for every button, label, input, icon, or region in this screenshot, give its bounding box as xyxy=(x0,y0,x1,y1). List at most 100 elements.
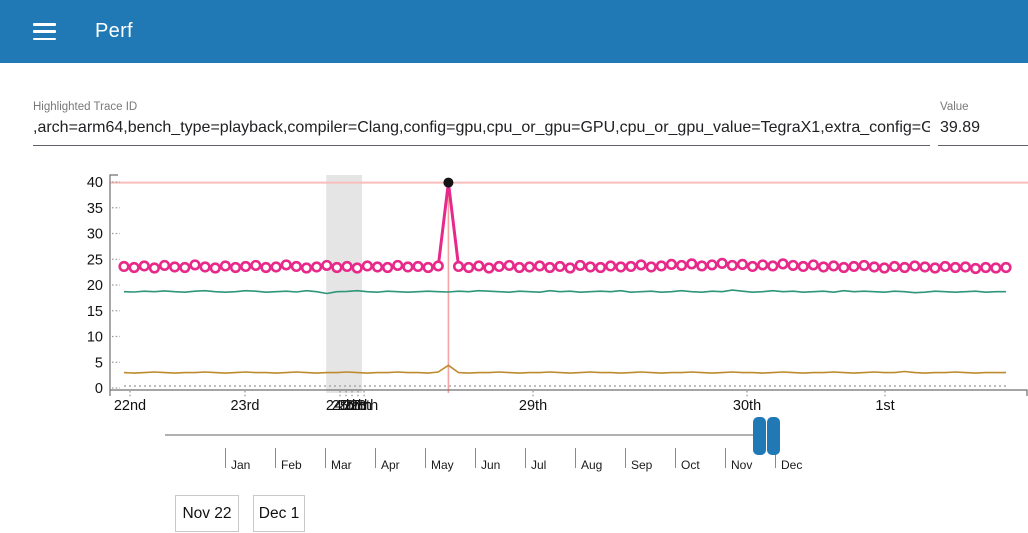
data-point[interactable] xyxy=(130,263,139,272)
data-point[interactable] xyxy=(809,261,818,270)
data-point[interactable] xyxy=(505,261,514,270)
data-point[interactable] xyxy=(596,263,605,272)
data-point[interactable] xyxy=(698,262,707,271)
data-point[interactable] xyxy=(150,264,159,273)
data-point[interactable] xyxy=(211,264,220,273)
data-point[interactable] xyxy=(454,262,463,271)
data-point[interactable] xyxy=(789,261,798,270)
data-point[interactable] xyxy=(890,262,899,271)
highlighted-point[interactable] xyxy=(443,178,453,188)
data-point[interactable] xyxy=(556,262,565,271)
data-point[interactable] xyxy=(221,262,230,271)
data-point[interactable] xyxy=(728,261,737,270)
data-point[interactable] xyxy=(322,261,331,270)
range-begin-input[interactable]: Nov 22 xyxy=(175,495,239,532)
menu-icon[interactable] xyxy=(33,23,56,40)
data-point[interactable] xyxy=(616,263,625,272)
data-point[interactable] xyxy=(302,264,311,273)
data-point[interactable] xyxy=(910,262,919,271)
data-point[interactable] xyxy=(566,264,575,273)
data-point[interactable] xyxy=(191,261,200,270)
data-point[interactable] xyxy=(373,263,382,272)
data-point[interactable] xyxy=(231,263,240,272)
data-point[interactable] xyxy=(758,261,767,270)
series-trace-orange[interactable] xyxy=(124,365,1006,373)
data-point[interactable] xyxy=(971,264,980,273)
data-point[interactable] xyxy=(353,264,362,273)
data-point[interactable] xyxy=(160,261,169,270)
data-point[interactable] xyxy=(637,261,646,270)
data-point[interactable] xyxy=(312,263,321,272)
data-point[interactable] xyxy=(738,260,747,269)
data-point[interactable] xyxy=(961,263,970,272)
data-point[interactable] xyxy=(262,263,271,272)
data-point[interactable] xyxy=(748,262,757,271)
data-point[interactable] xyxy=(495,262,504,271)
data-point[interactable] xyxy=(921,263,930,272)
data-point[interactable] xyxy=(464,263,473,272)
data-point[interactable] xyxy=(829,262,838,271)
data-point[interactable] xyxy=(545,263,554,272)
data-point[interactable] xyxy=(282,261,291,270)
data-point[interactable] xyxy=(485,264,494,273)
data-point[interactable] xyxy=(170,263,179,272)
data-point[interactable] xyxy=(120,262,129,271)
data-point[interactable] xyxy=(779,260,788,269)
data-point[interactable] xyxy=(434,262,443,271)
data-point[interactable] xyxy=(535,262,544,271)
data-point[interactable] xyxy=(850,262,859,271)
data-point[interactable] xyxy=(870,263,879,272)
data-point[interactable] xyxy=(677,261,686,270)
data-point[interactable] xyxy=(241,262,250,271)
data-point[interactable] xyxy=(860,261,869,270)
data-point[interactable] xyxy=(586,263,595,272)
data-point[interactable] xyxy=(880,264,889,273)
series-highlighted-trace[interactable] xyxy=(124,183,1006,269)
slider-handle-begin[interactable] xyxy=(753,417,766,455)
data-point[interactable] xyxy=(951,263,960,272)
data-point[interactable] xyxy=(201,263,210,272)
data-point[interactable] xyxy=(424,263,433,272)
data-point[interactable] xyxy=(657,262,666,271)
data-point[interactable] xyxy=(333,263,342,272)
data-point[interactable] xyxy=(931,264,940,273)
slider-handle-end[interactable] xyxy=(767,417,780,455)
data-point[interactable] xyxy=(992,264,1001,273)
range-end-input[interactable]: Dec 1 xyxy=(253,495,305,532)
data-point[interactable] xyxy=(140,262,149,271)
trace-id-input[interactable]: ,arch=arm64,bench_type=playback,compiler… xyxy=(33,119,930,137)
data-point[interactable] xyxy=(799,262,808,271)
data-point[interactable] xyxy=(769,262,778,271)
data-point[interactable] xyxy=(900,263,909,272)
data-point[interactable] xyxy=(363,262,372,271)
data-point[interactable] xyxy=(981,263,990,272)
data-point[interactable] xyxy=(941,262,950,271)
data-point[interactable] xyxy=(718,259,727,268)
data-point[interactable] xyxy=(708,261,717,270)
value-input[interactable]: 39.89 xyxy=(940,119,1025,137)
data-point[interactable] xyxy=(414,262,423,271)
data-point[interactable] xyxy=(667,260,676,269)
data-point[interactable] xyxy=(525,263,534,272)
data-point[interactable] xyxy=(839,263,848,272)
data-point[interactable] xyxy=(251,261,260,270)
data-point[interactable] xyxy=(515,263,524,272)
data-point[interactable] xyxy=(292,262,301,271)
slider-track[interactable] xyxy=(165,434,753,436)
data-point[interactable] xyxy=(576,261,585,270)
data-point[interactable] xyxy=(393,261,402,270)
data-point[interactable] xyxy=(1002,263,1011,272)
data-point[interactable] xyxy=(181,263,190,272)
data-point[interactable] xyxy=(383,263,392,272)
data-point[interactable] xyxy=(475,262,484,271)
data-point[interactable] xyxy=(647,263,656,272)
series-trace-green[interactable] xyxy=(124,290,1006,293)
perf-chart-svg[interactable]: 051015202530354022nd23rd24th25th26th27th… xyxy=(0,160,1028,415)
data-point[interactable] xyxy=(627,262,636,271)
chart-area[interactable]: 051015202530354022nd23rd24th25th26th27th… xyxy=(0,160,1028,415)
data-point[interactable] xyxy=(343,262,352,271)
data-point[interactable] xyxy=(606,262,615,271)
data-point[interactable] xyxy=(404,263,413,272)
data-point[interactable] xyxy=(272,263,281,272)
data-point[interactable] xyxy=(687,260,696,269)
